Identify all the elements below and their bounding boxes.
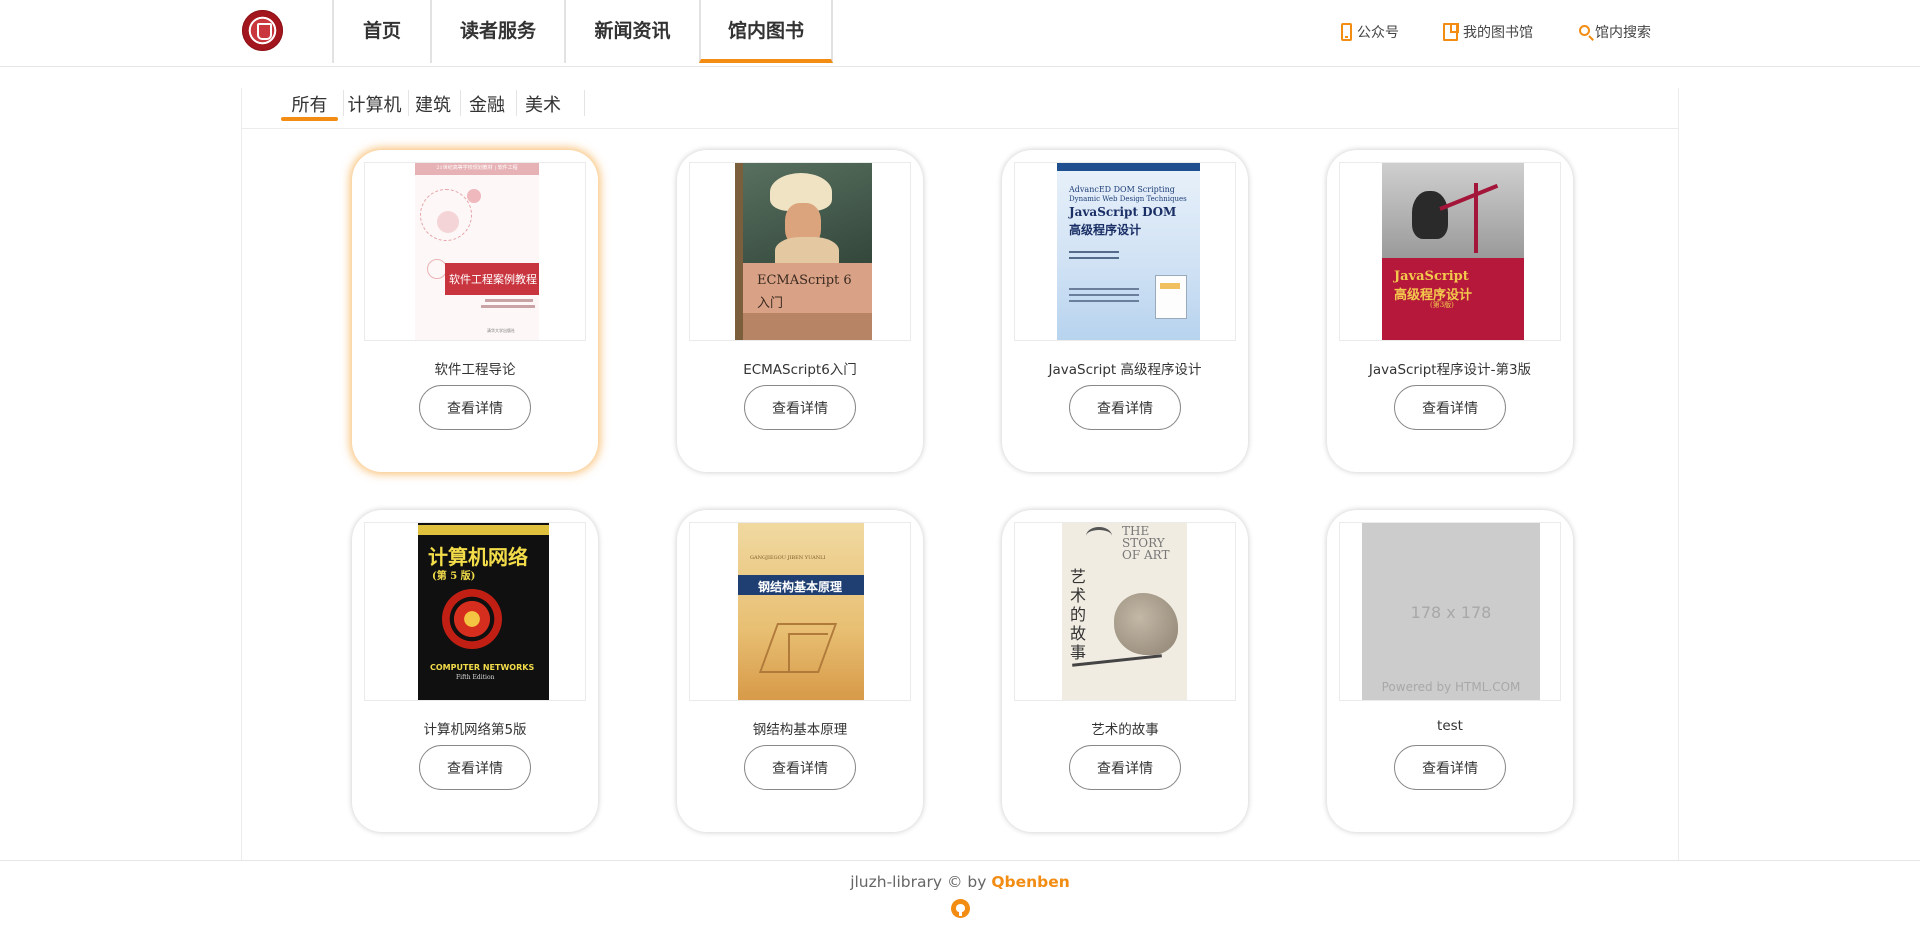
book-list-panel: 所有 计算机 建筑 金融 美术 21世纪高等学校规划教材 | 软件工程 软件工程… bbox=[241, 88, 1679, 860]
tab-divider bbox=[408, 90, 409, 116]
book-cover-image: AdvancED DOM Scripting Dynamic Web Desig… bbox=[1057, 163, 1200, 340]
cover-publisher-text: 清华大学出版社 bbox=[487, 328, 515, 333]
book-card[interactable]: 21世纪高等学校规划教材 | 软件工程 软件工程案例教程 清华大学出版社 软件工… bbox=[352, 150, 598, 472]
book-cover-frame: ECMAScript 6 入门 bbox=[689, 162, 911, 341]
book-card[interactable]: AdvancED DOM Scripting Dynamic Web Desig… bbox=[1002, 150, 1248, 472]
active-tab-indicator bbox=[281, 117, 338, 121]
book-cover-image: JavaScript 高级程序设计 (第3版) bbox=[1382, 163, 1524, 340]
book-cover-frame: 计算机网络 (第 5 版) COMPUTER NETWORKS Fifth Ed… bbox=[364, 522, 586, 701]
view-details-button[interactable]: 查看详情 bbox=[744, 385, 856, 430]
view-details-button[interactable]: 查看详情 bbox=[744, 745, 856, 790]
github-icon[interactable] bbox=[951, 899, 970, 918]
cover-title-text: ECMAScript 6 bbox=[757, 273, 852, 288]
wechat-link[interactable]: 公众号 bbox=[1341, 22, 1399, 42]
book-title: JavaScript 高级程序设计 bbox=[1048, 362, 1202, 378]
view-details-button[interactable]: 查看详情 bbox=[419, 385, 531, 430]
cover-subtitle-text: 入门 bbox=[757, 296, 784, 311]
cover-title-text: 艺术的故事 bbox=[1070, 567, 1087, 662]
top-links: 公众号 我的图书馆 馆内搜索 bbox=[0, 20, 1920, 44]
cover-series-text: 21世纪高等学校规划教材 | 软件工程 bbox=[436, 165, 518, 171]
cover-title-text: JavaScript DOM bbox=[1069, 205, 1177, 219]
book-title: 计算机网络第5版 bbox=[423, 722, 527, 738]
view-details-button[interactable]: 查看详情 bbox=[1394, 385, 1506, 430]
book-title: ECMAScript6入门 bbox=[743, 362, 857, 378]
book-card[interactable]: 计算机网络 (第 5 版) COMPUTER NETWORKS Fifth Ed… bbox=[352, 510, 598, 832]
cover-edition-text: (第 5 版) bbox=[432, 571, 476, 582]
book-cover-image: THE STORY OF ART 艺术的故事 bbox=[1062, 523, 1187, 700]
book-title: 软件工程导论 bbox=[434, 362, 516, 378]
tab-architecture[interactable]: 建筑 bbox=[410, 88, 456, 119]
tab-art[interactable]: 美术 bbox=[520, 88, 566, 119]
tab-divider bbox=[460, 90, 461, 116]
book-title: test bbox=[1437, 718, 1463, 734]
placeholder-image: 178 x 178 Powered by HTML.COM bbox=[1362, 523, 1540, 700]
tab-computer[interactable]: 计算机 bbox=[345, 88, 404, 119]
cover-title-en-text: COMPUTER NETWORKS bbox=[430, 663, 535, 672]
cover-title-text: JavaScript bbox=[1394, 269, 1469, 284]
bookmark-icon bbox=[1443, 23, 1459, 41]
book-cover-image: 21世纪高等学校规划教材 | 软件工程 软件工程案例教程 清华大学出版社 bbox=[415, 163, 539, 340]
book-card[interactable]: 178 x 178 Powered by HTML.COM test 查看详情 bbox=[1327, 510, 1573, 832]
cover-subtitle-text: 高级程序设计 bbox=[1069, 223, 1142, 237]
library-search-link[interactable]: 馆内搜索 bbox=[1579, 22, 1651, 42]
tab-divider bbox=[584, 90, 585, 116]
book-card[interactable]: THE STORY OF ART 艺术的故事 艺术的故事 查看详情 bbox=[1002, 510, 1248, 832]
tab-all[interactable]: 所有 bbox=[281, 88, 338, 119]
footer-text: jluzh-library © by bbox=[850, 873, 992, 891]
book-cover-frame: 178 x 178 Powered by HTML.COM bbox=[1339, 522, 1561, 701]
book-title: JavaScript程序设计-第3版 bbox=[1368, 362, 1532, 378]
library-search-label: 馆内搜索 bbox=[1595, 25, 1651, 41]
view-details-button[interactable]: 查看详情 bbox=[1069, 385, 1181, 430]
book-card[interactable]: ECMAScript 6 入门 ECMAScript6入门 查看详情 bbox=[677, 150, 923, 472]
phone-icon bbox=[1341, 23, 1352, 41]
cover-title-text: 钢结构基本原理 bbox=[758, 580, 843, 594]
tab-divider bbox=[343, 90, 344, 116]
tab-divider bbox=[516, 90, 517, 116]
cover-subtitle-en-text: Dynamic Web Design Techniques bbox=[1069, 195, 1187, 203]
view-details-button[interactable]: 查看详情 bbox=[419, 745, 531, 790]
book-title: 钢结构基本原理 bbox=[752, 722, 848, 738]
footer-copyright: jluzh-library © by Qbenben bbox=[0, 873, 1920, 891]
cover-edition-text: (第3版) bbox=[1430, 301, 1454, 309]
placeholder-size-text: 178 x 178 bbox=[1410, 603, 1492, 622]
book-cover-image: ECMAScript 6 入门 bbox=[735, 163, 872, 340]
cover-edition-en-text: Fifth Edition bbox=[456, 674, 495, 681]
site-header: 首页 读者服务 新闻资讯 馆内图书 公众号 我的图书馆 馆内搜索 bbox=[0, 0, 1920, 67]
view-details-button[interactable]: 查看详情 bbox=[1394, 745, 1506, 790]
view-details-button[interactable]: 查看详情 bbox=[1069, 745, 1181, 790]
placeholder-credit-text: Powered by HTML.COM bbox=[1381, 680, 1521, 694]
book-cover-image: 计算机网络 (第 5 版) COMPUTER NETWORKS Fifth Ed… bbox=[418, 523, 549, 700]
site-footer: jluzh-library © by Qbenben bbox=[0, 860, 1920, 937]
book-card[interactable]: GANGJIEGOU JIBEN YUANLI 钢结构基本原理 钢结构基本原理 … bbox=[677, 510, 923, 832]
book-cover-frame: JavaScript 高级程序设计 (第3版) bbox=[1339, 162, 1561, 341]
category-tabs: 所有 计算机 建筑 金融 美术 bbox=[242, 88, 1678, 129]
wechat-label: 公众号 bbox=[1357, 25, 1399, 41]
tab-finance[interactable]: 金融 bbox=[464, 88, 510, 119]
book-cover-frame: GANGJIEGOU JIBEN YUANLI 钢结构基本原理 bbox=[689, 522, 911, 701]
cover-title-text: 计算机网络 bbox=[428, 545, 528, 569]
book-title: 艺术的故事 bbox=[1091, 722, 1159, 738]
search-icon bbox=[1579, 24, 1590, 36]
my-library-link[interactable]: 我的图书馆 bbox=[1443, 22, 1533, 42]
book-cover-frame: THE STORY OF ART 艺术的故事 bbox=[1014, 522, 1236, 701]
footer-author-link[interactable]: Qbenben bbox=[991, 873, 1069, 891]
cover-title-en-text: AdvancED DOM Scripting bbox=[1069, 185, 1175, 194]
cover-title-text: 软件工程案例教程 bbox=[449, 273, 537, 286]
book-cover-frame: 21世纪高等学校规划教材 | 软件工程 软件工程案例教程 清华大学出版社 bbox=[364, 162, 586, 341]
book-cover-image: GANGJIEGOU JIBEN YUANLI 钢结构基本原理 bbox=[738, 523, 864, 700]
cover-title-en-text: THE STORY OF ART bbox=[1122, 524, 1170, 562]
cover-pinyin-text: GANGJIEGOU JIBEN YUANLI bbox=[750, 555, 826, 561]
my-library-label: 我的图书馆 bbox=[1463, 25, 1533, 41]
book-cover-frame: AdvancED DOM Scripting Dynamic Web Desig… bbox=[1014, 162, 1236, 341]
book-card[interactable]: JavaScript 高级程序设计 (第3版) JavaScript程序设计-第… bbox=[1327, 150, 1573, 472]
